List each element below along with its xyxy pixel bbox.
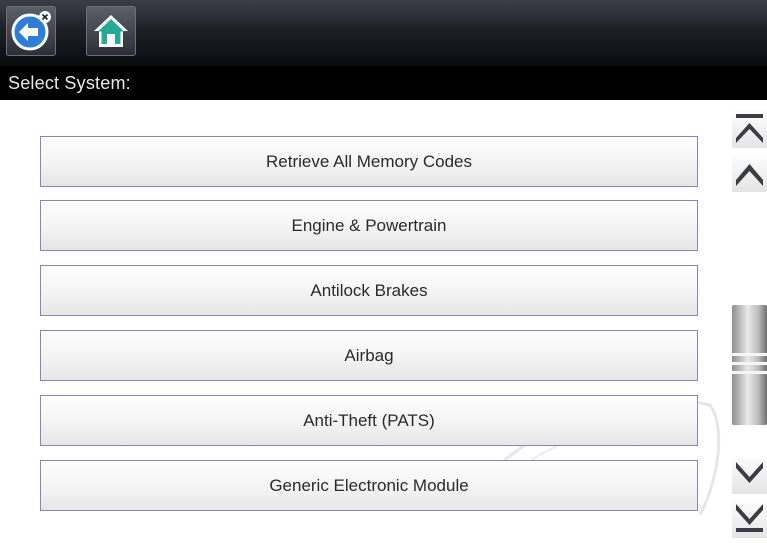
scroll-to-bottom-icon xyxy=(736,504,763,532)
menu-item-airbag[interactable]: Airbag xyxy=(40,330,698,381)
home-button[interactable] xyxy=(86,6,136,56)
scroll-up-button[interactable] xyxy=(732,152,767,192)
back-arrow-icon xyxy=(11,11,51,51)
scroll-up-icon xyxy=(736,164,763,186)
scroll-to-bottom-button[interactable] xyxy=(732,498,767,538)
scroll-to-top-button[interactable] xyxy=(732,108,767,148)
menu-item-anti-theft-pats[interactable]: Anti-Theft (PATS) xyxy=(40,395,698,446)
scroll-thumb[interactable] xyxy=(732,305,767,425)
scrollbar[interactable] xyxy=(732,100,767,542)
page-subtitle: Select System: xyxy=(0,66,767,100)
scroll-down-icon xyxy=(736,462,763,483)
back-button[interactable] xyxy=(6,6,56,56)
menu-item-engine-powertrain[interactable]: Engine & Powertrain xyxy=(40,200,698,251)
home-icon xyxy=(94,15,128,47)
scroll-down-button[interactable] xyxy=(732,454,767,494)
menu-item-retrieve-all-memory-codes[interactable]: Retrieve All Memory Codes xyxy=(40,136,698,187)
system-list: Retrieve All Memory Codes Engine & Power… xyxy=(0,100,732,542)
menu-item-antilock-brakes[interactable]: Antilock Brakes xyxy=(40,265,698,316)
menu-item-generic-electronic-module[interactable]: Generic Electronic Module xyxy=(40,460,698,511)
top-toolbar xyxy=(0,0,767,67)
scroll-to-top-icon xyxy=(736,114,763,143)
